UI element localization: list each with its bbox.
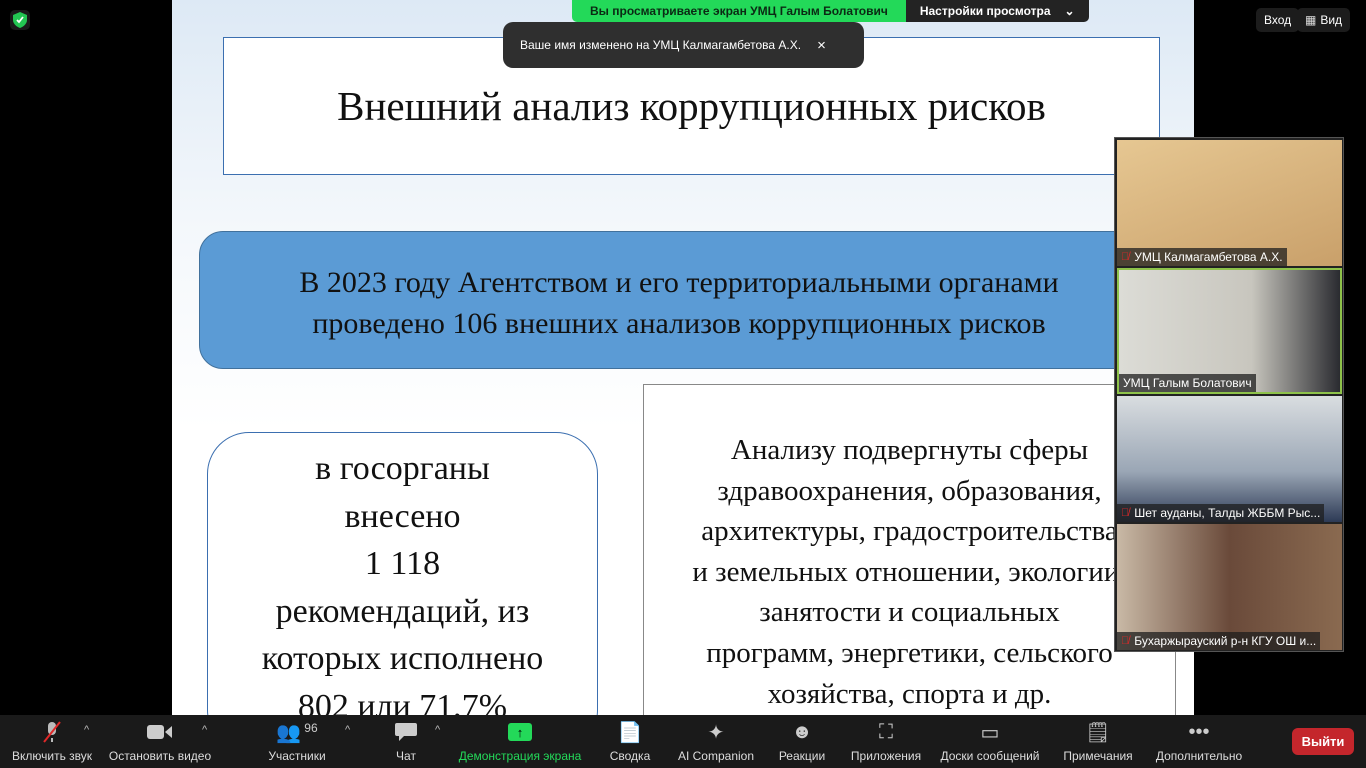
notes-label: Примечания bbox=[1063, 749, 1133, 763]
unmute-button[interactable]: Включить звук bbox=[8, 715, 96, 768]
emoji-add-icon: ☻ bbox=[791, 720, 813, 743]
text-line: Анализу подвергнуты сферы bbox=[730, 434, 1089, 466]
rename-notification: Ваше имя изменено на УМЦ Калмагамбетова … bbox=[503, 22, 864, 68]
chat-button[interactable]: Чат bbox=[386, 715, 426, 768]
participant-name: УМЦ Калмагамбетова А.Х. bbox=[1134, 250, 1283, 264]
apps-button[interactable]: ⛶ Приложения bbox=[846, 715, 926, 768]
text-line: программ, энергетики, сельского bbox=[706, 636, 1113, 669]
participant-name: Шет ауданы, Талды ЖББМ Рыс... bbox=[1134, 506, 1321, 520]
video-tile[interactable]: 🎙̸ Шет ауданы, Талды ЖББМ Рыс... bbox=[1117, 396, 1342, 522]
chat-bubble-icon bbox=[395, 715, 417, 749]
share-label: Демонстрация экрана bbox=[458, 749, 582, 763]
slide-banner: В 2023 году Агентством и его территориал… bbox=[199, 231, 1159, 369]
mic-muted-icon: 🎙̸ bbox=[1121, 507, 1130, 519]
text-line: внесено bbox=[344, 497, 461, 535]
video-label: Остановить видео bbox=[108, 749, 212, 763]
whiteboards-button[interactable]: ▭ Доски сообщений bbox=[936, 715, 1044, 768]
banner-line: проведено 106 внешних анализов коррупцио… bbox=[312, 307, 1046, 340]
view-button[interactable]: ▦ Вид bbox=[1297, 8, 1351, 32]
text-line: и земельных отношении, экологии, bbox=[692, 555, 1127, 588]
mic-muted-icon: 🎙̸ bbox=[1121, 635, 1130, 647]
text-line: рекомендаций, из bbox=[275, 592, 530, 630]
participant-name: УМЦ Галым Болатович bbox=[1123, 376, 1252, 390]
close-icon[interactable]: × bbox=[817, 37, 826, 54]
video-camera-icon bbox=[147, 715, 173, 749]
more-dots-icon: ••• bbox=[1188, 720, 1210, 743]
share-screen-button[interactable]: ↑ Демонстрация экрана bbox=[456, 715, 584, 768]
participants-options-caret[interactable]: ^ bbox=[345, 724, 350, 736]
recommendations-box: в госорганы внесено 1 118 рекомендаций, … bbox=[207, 432, 598, 715]
video-options-caret[interactable]: ^ bbox=[202, 724, 207, 736]
reactions-label: Реакции bbox=[778, 749, 826, 763]
view-label: Вид bbox=[1320, 13, 1343, 27]
mic-muted-icon bbox=[42, 715, 62, 749]
notification-text: Ваше имя изменено на УМЦ Калмагамбетова … bbox=[520, 38, 802, 52]
enter-label: Вход bbox=[1264, 13, 1292, 27]
chevron-down-icon: ⌄ bbox=[1064, 4, 1075, 18]
more-label: Дополнительно bbox=[1155, 749, 1243, 763]
meeting-toolbar: Включить звук ^ Остановить видео ^ 👥 96 Уч… bbox=[0, 715, 1366, 768]
view-options-label: Настройки просмотра bbox=[919, 4, 1051, 18]
view-options-button[interactable]: Настройки просмотра ⌄ bbox=[905, 0, 1089, 22]
summary-document-icon: 📄 bbox=[617, 721, 643, 744]
audio-options-caret[interactable]: ^ bbox=[84, 724, 89, 736]
apps-icon: ⛶ bbox=[879, 720, 893, 743]
chat-label: Чат bbox=[396, 749, 416, 763]
leave-button[interactable]: Выйти bbox=[1292, 728, 1354, 755]
video-tile[interactable]: 🎙̸ УМЦ Калмагамбетова А.Х. bbox=[1117, 140, 1342, 266]
text-line: 1 118 bbox=[364, 545, 441, 582]
stop-video-button[interactable]: Остановить видео bbox=[106, 715, 214, 768]
security-shield-icon[interactable] bbox=[10, 10, 30, 30]
participants-label: Участники bbox=[268, 749, 326, 763]
text-line: архитектуры, градостроительства bbox=[701, 515, 1118, 548]
apps-label: Приложения bbox=[850, 749, 922, 763]
participants-count: 96 bbox=[304, 721, 318, 735]
share-status-text: Вы просматриваете экран УМЦ Галым Болато… bbox=[572, 0, 906, 22]
enter-fullscreen-button[interactable]: Вход bbox=[1256, 8, 1300, 32]
participants-icon: 👥 96 bbox=[276, 721, 318, 744]
summary-button[interactable]: 📄 Сводка bbox=[604, 715, 656, 768]
text-line: 802 или 71,7% bbox=[297, 687, 508, 716]
reactions-button[interactable]: ☻ Реакции bbox=[775, 715, 829, 768]
sparkle-icon: ✦ bbox=[707, 721, 725, 744]
text-line: занятости и социальных bbox=[759, 596, 1060, 629]
screen-share-banner: Вы просматриваете экран УМЦ Галым Болато… bbox=[572, 0, 1089, 22]
share-screen-icon: ↑ bbox=[508, 715, 532, 749]
unmute-label: Включить звук bbox=[11, 749, 93, 763]
more-button[interactable]: ••• Дополнительно bbox=[1152, 715, 1246, 768]
banner-line: В 2023 году Агентством и его территориал… bbox=[299, 266, 1059, 299]
text-line: хозяйства, спорта и др. bbox=[767, 677, 1052, 710]
ai-companion-button[interactable]: ✦ AI Companion bbox=[674, 715, 758, 768]
ai-label: AI Companion bbox=[677, 749, 755, 763]
video-panel: 🎙̸ УМЦ Калмагамбетова А.Х. УМЦ Галым Бола… bbox=[1114, 137, 1344, 652]
notes-icon: 🗒 bbox=[1085, 721, 1111, 744]
whiteboard-icon: ▭ bbox=[980, 721, 1000, 744]
spheres-box: Анализу подвергнуты сферы здравоохранени… bbox=[643, 384, 1176, 715]
video-tile[interactable]: 🎙̸ Бухаржырауский р-н КГУ ОШ и... bbox=[1117, 524, 1342, 650]
summary-label: Сводка bbox=[609, 749, 651, 763]
participants-button[interactable]: 👥 96 Участники bbox=[262, 715, 332, 768]
whiteboards-label: Доски сообщений bbox=[940, 749, 1040, 763]
grid-icon: ▦ bbox=[1305, 13, 1317, 27]
video-tile-active-speaker[interactable]: УМЦ Галым Болатович bbox=[1117, 268, 1342, 394]
text-line: здравоохранения, образования, bbox=[717, 474, 1102, 507]
notes-button[interactable]: 🗒 Примечания bbox=[1060, 715, 1136, 768]
text-line: которых исполнено bbox=[261, 640, 544, 677]
participant-name: Бухаржырауский р-н КГУ ОШ и... bbox=[1134, 634, 1317, 648]
mic-muted-icon: 🎙̸ bbox=[1121, 251, 1130, 263]
text-line: в госорганы bbox=[315, 450, 490, 487]
chat-options-caret[interactable]: ^ bbox=[435, 724, 440, 736]
shared-slide: Внешний анализ коррупционных рисков В 20… bbox=[172, 0, 1194, 715]
